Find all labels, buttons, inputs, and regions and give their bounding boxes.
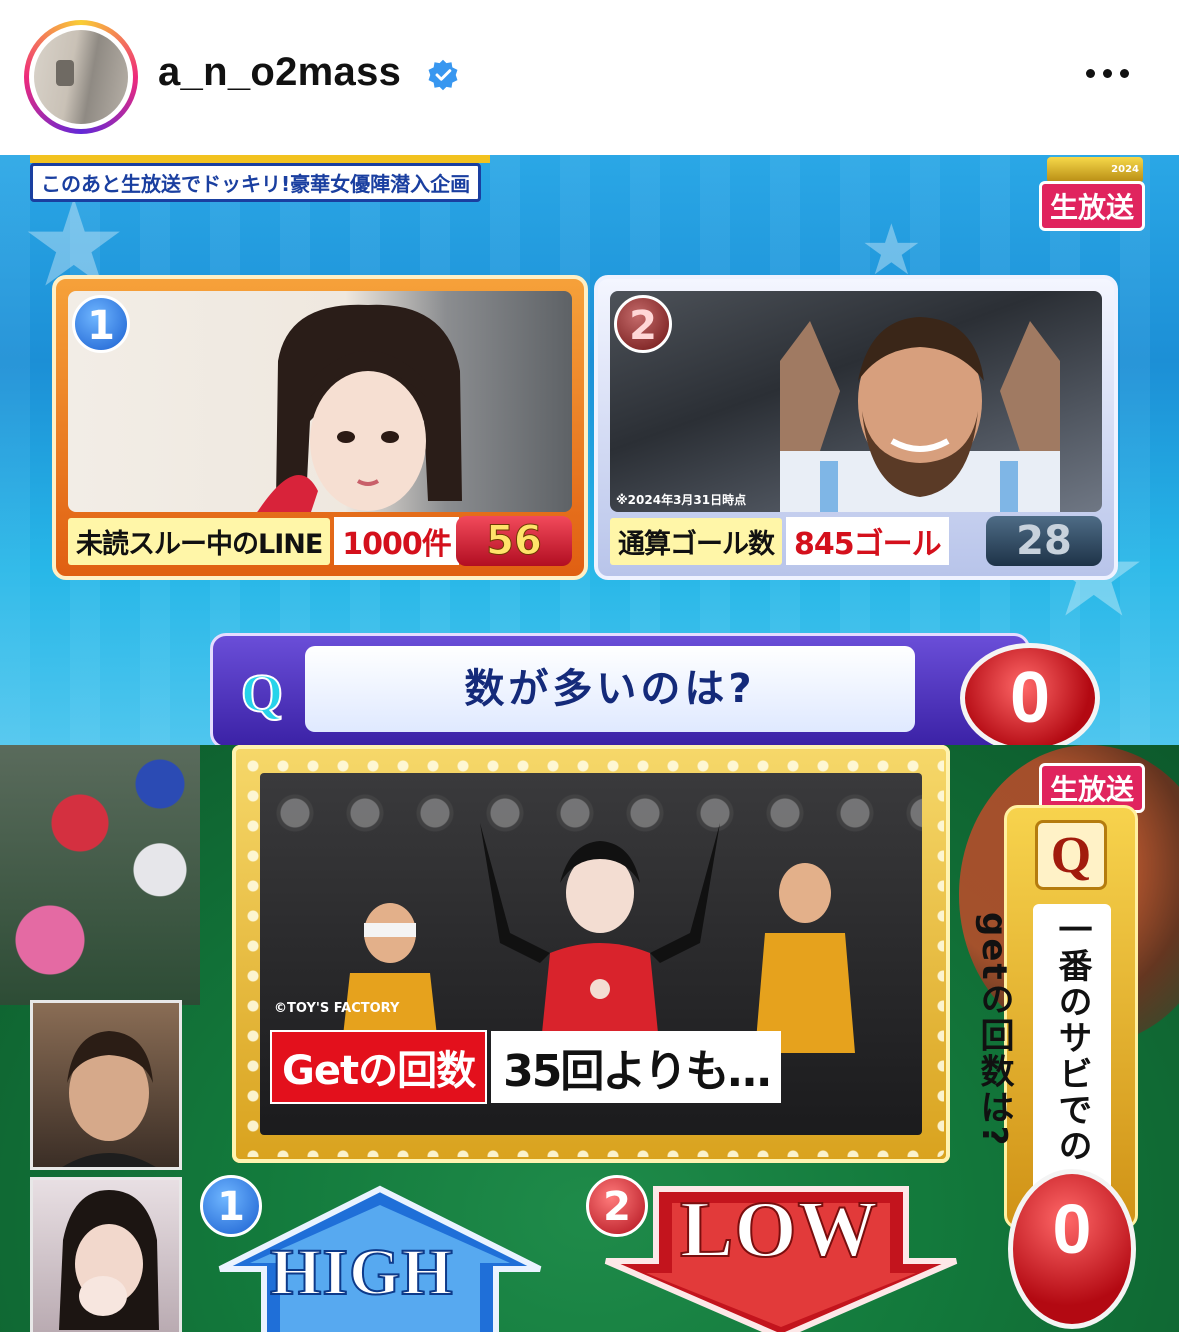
vertical-question-panel: Q 一番のサビでのgetの回数は? (974, 805, 1138, 1229)
post-image[interactable]: ★ ★ ★ このあと生放送でドッキリ!豪華女優陣潜入企画 2024 生放送 1 (0, 155, 1179, 1332)
question-mark-icon: Q (240, 662, 284, 724)
casino-chips-background (0, 745, 200, 1005)
question-text: 数が多いのは? (305, 646, 915, 732)
option-number-badge: 2 (586, 1175, 648, 1237)
option-card-2: ※2024年3月31日時点 2 通算ゴール数 845ゴール 28 (594, 275, 1118, 580)
avatar-inner (29, 25, 133, 129)
answer-counter: 0 (960, 643, 1100, 745)
card-photo-1 (68, 291, 572, 512)
answer-counter: 0 (1008, 1169, 1136, 1329)
copyright-notice: ©TOY'S FACTORY (274, 1001, 400, 1016)
live-broadcast-badge: 生放送 (1038, 181, 1145, 231)
more-dot-icon (1103, 68, 1112, 78)
card-score: 56 (456, 516, 572, 566)
woman-portrait-icon (257, 304, 462, 512)
more-options-button[interactable] (1086, 56, 1140, 90)
option-high-label: HIGH (269, 1235, 454, 1310)
verified-badge-icon (428, 59, 458, 91)
card-label: 通算ゴール数 (610, 517, 782, 565)
date-note: ※2024年3月31日時点 (616, 493, 747, 507)
video-caption: Getの回数 35回よりも… (270, 1030, 782, 1104)
video-frame: ©TOY'S FACTORY Getの回数 35回よりも… (232, 745, 950, 1163)
music-video-screen: ©TOY'S FACTORY Getの回数 35回よりも… (260, 773, 922, 1135)
option-card-1: 1 未読スルー中のLINE 1000件 56 (52, 275, 588, 580)
card-value: 1000件 (334, 517, 459, 565)
more-dot-icon (1120, 68, 1129, 78)
profile-avatar[interactable] (24, 20, 138, 134)
question-bar: Q 数が多いのは? (210, 633, 1030, 745)
man-portrait-icon (62, 1031, 156, 1167)
option-number-badge: 2 (614, 295, 672, 353)
card-value: 845ゴール (786, 517, 949, 565)
option-number-badge: 1 (200, 1175, 262, 1237)
option-number-badge: 1 (72, 295, 130, 353)
program-telop: このあと生放送でドッキリ!豪華女優陣潜入企画 (30, 163, 482, 202)
wipe-guest-1 (30, 1000, 182, 1170)
wipe-guest-2 (30, 1177, 182, 1332)
logo-year: 2024 (1111, 164, 1139, 175)
dancer-center-icon (480, 823, 720, 1053)
question-mark-icon: Q (1035, 820, 1107, 890)
telop-strip (30, 155, 490, 163)
option-low-label: LOW (679, 1185, 879, 1275)
quiz-panel-bottom: ©TOY'S FACTORY Getの回数 35回よりも… 生放送 Q 一番のサ… (0, 745, 1179, 1332)
quiz-panel-top: ★ ★ ★ このあと生放送でドッキリ!豪華女優陣潜入企画 2024 生放送 1 (0, 155, 1179, 745)
username[interactable]: a_n_o2mass (158, 50, 401, 95)
card-caption-1: 未読スルー中のLINE 1000件 56 (68, 516, 572, 566)
soccer-player-portrait-icon (780, 317, 1060, 512)
post-header: a_n_o2mass (0, 0, 1179, 155)
woman-portrait-icon (59, 1190, 159, 1330)
card-score: 28 (986, 516, 1102, 566)
avatar-image (34, 30, 128, 124)
card-label: 未読スルー中のLINE (68, 517, 331, 565)
card-photo-2: ※2024年3月31日時点 (610, 291, 1102, 512)
caption-label: Getの回数 (270, 1030, 488, 1104)
card-caption-2: 通算ゴール数 845ゴール 28 (610, 516, 1102, 566)
dancer-right-icon (755, 863, 855, 1053)
caption-value: 35回よりも… (491, 1031, 782, 1103)
more-dot-icon (1086, 68, 1095, 78)
